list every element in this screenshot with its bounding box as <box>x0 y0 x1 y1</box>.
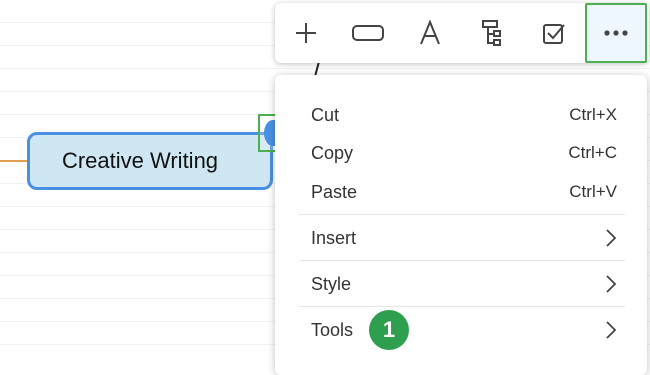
menu-item-label: Paste <box>311 181 358 202</box>
checkbox-icon <box>543 24 565 44</box>
menu-item-shortcut: Ctrl+C <box>568 143 617 162</box>
topic-node[interactable]: Creative Writing <box>27 132 273 190</box>
context-menu: Cut Ctrl+X Copy Ctrl+C Paste Ctrl+V Inse… <box>275 75 647 375</box>
text-a-icon <box>420 20 440 45</box>
rectangle-icon <box>352 25 384 41</box>
step-badge: 1 <box>369 310 409 350</box>
menu-item-paste[interactable]: Paste Ctrl+V <box>311 173 617 211</box>
menu-divider <box>299 306 625 307</box>
menu-item-tools[interactable]: Tools <box>311 311 617 349</box>
menu-item-label: Cut <box>311 104 340 125</box>
menu-item-label: Insert <box>311 227 357 248</box>
structure-button[interactable] <box>461 3 523 63</box>
plus-icon <box>296 23 316 43</box>
chevron-right-icon <box>606 275 617 293</box>
menu-item-label: Style <box>311 273 352 294</box>
more-icon <box>604 30 628 36</box>
more-options-button[interactable] <box>585 3 647 63</box>
menu-item-copy[interactable]: Copy Ctrl+C <box>311 134 617 172</box>
menu-item-label: Copy <box>311 142 354 163</box>
branch-connector <box>0 160 28 162</box>
menu-item-label: Tools <box>311 319 354 340</box>
task-button[interactable] <box>523 3 585 63</box>
menu-item-shortcut: Ctrl+V <box>569 182 617 201</box>
menu-item-style[interactable]: Style <box>311 265 617 303</box>
tree-structure-icon <box>482 20 501 46</box>
chevron-right-icon <box>606 321 617 339</box>
menu-item-cut[interactable]: Cut Ctrl+X <box>311 96 617 134</box>
topic-node-label: Creative Writing <box>61 148 219 173</box>
chevron-right-icon <box>606 229 617 247</box>
shape-button[interactable] <box>337 3 399 63</box>
menu-item-shortcut: Ctrl+X <box>569 105 617 124</box>
menu-divider <box>299 260 625 261</box>
add-topic-button[interactable] <box>275 3 337 63</box>
text-style-button[interactable] <box>399 3 461 63</box>
menu-divider <box>299 214 625 215</box>
menu-item-insert[interactable]: Insert <box>311 219 617 257</box>
floating-toolbar <box>275 3 649 63</box>
